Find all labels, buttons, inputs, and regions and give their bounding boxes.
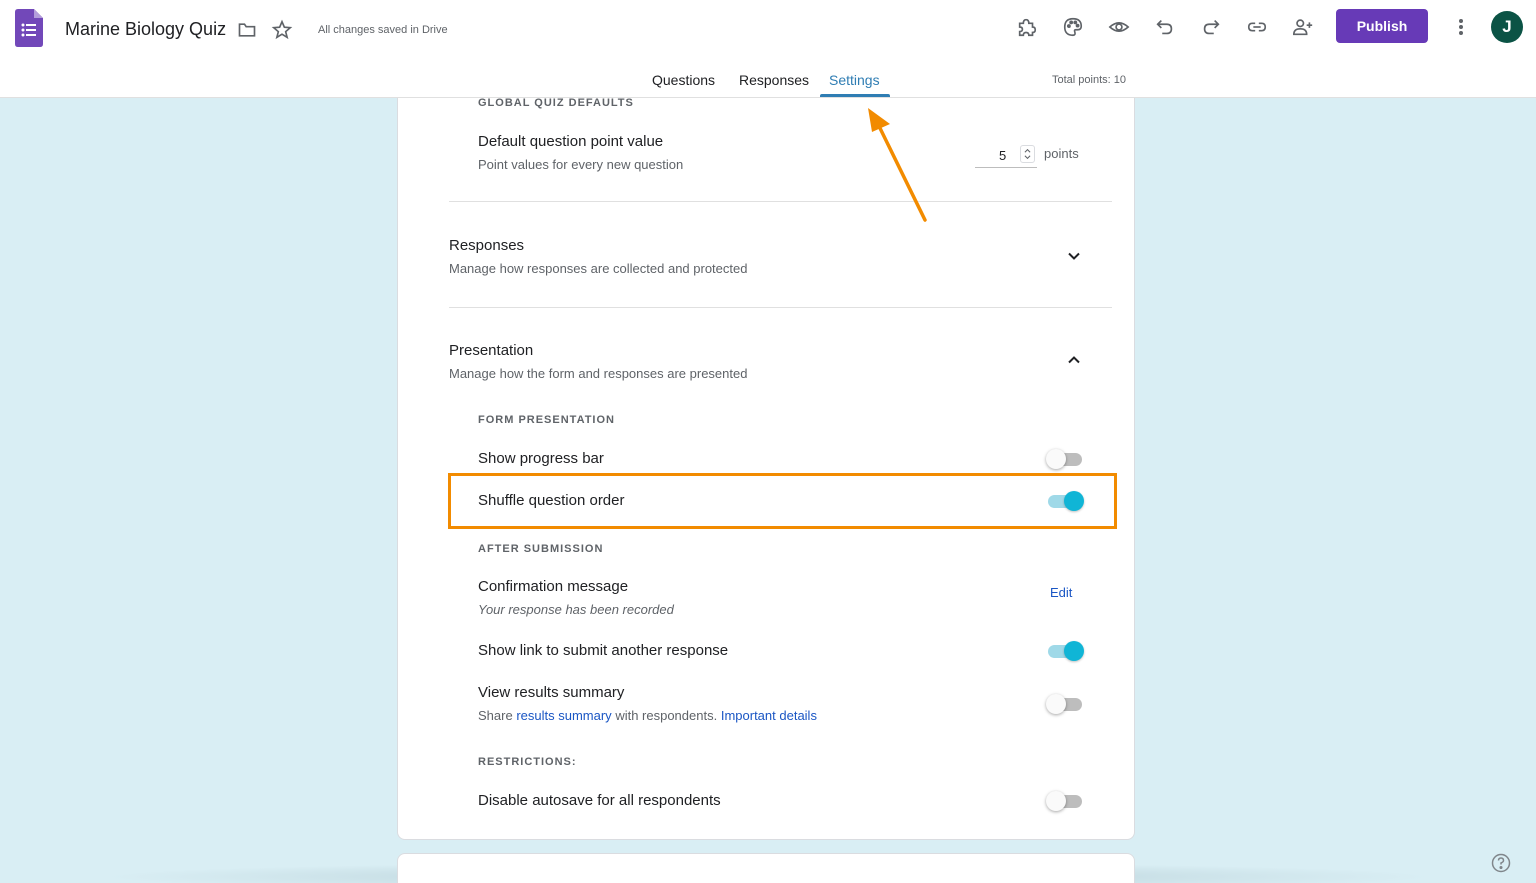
help-icon[interactable] xyxy=(1491,853,1511,873)
tab-responses[interactable]: Responses xyxy=(739,72,809,88)
points-stepper[interactable] xyxy=(1020,145,1035,163)
presentation-section-subtitle: Manage how the form and responses are pr… xyxy=(449,366,748,381)
save-status: All changes saved in Drive xyxy=(318,24,448,36)
add-collaborator-icon[interactable] xyxy=(1290,14,1316,40)
toggle-knob xyxy=(1064,641,1084,661)
global-quiz-defaults-label: GLOBAL QUIZ DEFAULTS xyxy=(478,97,634,109)
confirmation-message-title: Confirmation message xyxy=(478,578,629,595)
results-summary-subtitle: Share results summary with respondents. … xyxy=(478,708,817,723)
link-icon[interactable] xyxy=(1244,14,1270,40)
results-summary-middle: with respondents. xyxy=(615,708,718,723)
toggle-knob xyxy=(1046,449,1066,469)
document-title[interactable]: Marine Biology Quiz xyxy=(65,19,226,40)
results-summary-toggle[interactable] xyxy=(1046,694,1084,714)
folder-icon[interactable] xyxy=(236,20,258,40)
default-point-subtitle: Point values for every new question xyxy=(478,157,684,172)
undo-icon[interactable] xyxy=(1152,14,1178,40)
presentation-section-title[interactable]: Presentation xyxy=(449,342,533,359)
publish-button[interactable]: Publish xyxy=(1336,9,1428,43)
chevron-up-icon[interactable] xyxy=(1065,351,1083,369)
highlight-box xyxy=(448,473,1117,529)
responses-section-subtitle: Manage how responses are collected and p… xyxy=(449,261,748,276)
disable-autosave-toggle[interactable] xyxy=(1046,791,1084,811)
divider xyxy=(449,307,1112,308)
form-presentation-label: FORM PRESENTATION xyxy=(478,414,615,426)
settings-card xyxy=(397,98,1135,840)
show-progress-bar-toggle[interactable] xyxy=(1046,449,1084,469)
star-icon[interactable] xyxy=(271,19,293,41)
show-progress-bar-label: Show progress bar xyxy=(478,450,604,467)
app-header: Marine Biology Quiz All changes saved in… xyxy=(0,0,1536,98)
toggle-knob xyxy=(1046,791,1066,811)
restrictions-label: RESTRICTIONS: xyxy=(478,756,577,768)
redo-icon[interactable] xyxy=(1198,14,1224,40)
tab-settings[interactable]: Settings xyxy=(829,72,880,88)
annotation-arrow xyxy=(868,108,927,222)
results-summary-title: View results summary xyxy=(478,684,625,701)
tab-questions[interactable]: Questions xyxy=(652,72,715,88)
submit-another-toggle[interactable] xyxy=(1046,641,1084,661)
important-details-link[interactable]: Important details xyxy=(721,708,817,723)
toggle-knob xyxy=(1046,694,1066,714)
avatar[interactable]: J xyxy=(1491,11,1523,43)
results-summary-link[interactable]: results summary xyxy=(516,708,611,723)
active-tab-indicator xyxy=(820,94,890,97)
preview-icon[interactable] xyxy=(1106,14,1132,40)
confirmation-message-text: Your response has been recorded xyxy=(478,602,674,617)
points-unit-label: points xyxy=(1044,146,1079,161)
divider xyxy=(449,201,1112,202)
addons-icon[interactable] xyxy=(1014,14,1040,40)
after-submission-label: AFTER SUBMISSION xyxy=(478,543,604,555)
submit-another-label: Show link to submit another response xyxy=(478,642,729,659)
results-summary-prefix: Share xyxy=(478,708,513,723)
default-point-title: Default question point value xyxy=(478,133,664,150)
total-points: Total points: 10 xyxy=(1052,74,1126,86)
disable-autosave-label: Disable autosave for all respondents xyxy=(478,792,721,809)
points-value[interactable]: 5 xyxy=(999,148,1006,163)
next-settings-card xyxy=(397,853,1135,883)
edit-confirmation-button[interactable]: Edit xyxy=(1050,585,1072,600)
palette-icon[interactable] xyxy=(1060,14,1086,40)
chevron-down-icon[interactable] xyxy=(1065,247,1083,265)
responses-section-title[interactable]: Responses xyxy=(449,237,524,254)
more-vert-icon[interactable] xyxy=(1450,14,1472,40)
forms-app-icon[interactable] xyxy=(15,9,43,47)
